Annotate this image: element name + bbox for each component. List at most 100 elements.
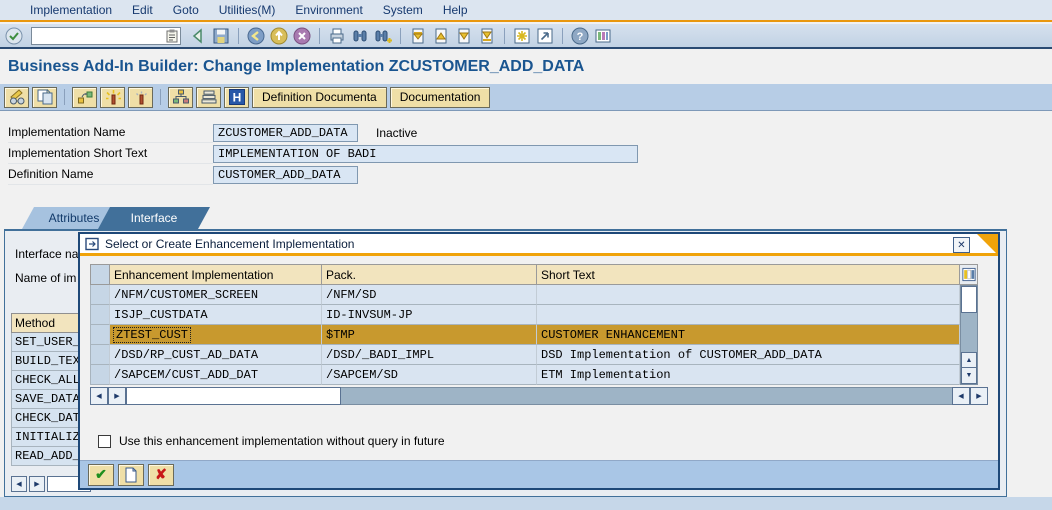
definition-name-field[interactable]: CUSTOMER_ADD_DATA bbox=[213, 165, 358, 184]
future-use-checkbox[interactable] bbox=[98, 434, 111, 448]
select-all-cell[interactable] bbox=[90, 264, 110, 285]
tab-interface[interactable]: Interface bbox=[98, 207, 210, 229]
scrollbar-thumb[interactable] bbox=[126, 387, 341, 405]
cell-short-text[interactable] bbox=[537, 285, 960, 305]
table-vscrollbar[interactable]: ▲ ▼ bbox=[960, 285, 978, 385]
table-row-selected: ZTEST_CUST $TMP CUSTOMER ENHANCEMENT bbox=[90, 325, 978, 345]
overview-button[interactable] bbox=[168, 86, 193, 108]
command-history-icon bbox=[166, 29, 178, 42]
find-next-icon[interactable] bbox=[373, 26, 393, 46]
cell-pack[interactable]: /SAPCEM/SD bbox=[322, 365, 537, 385]
activate-button[interactable] bbox=[100, 86, 125, 108]
implementing-class-label: Name of im bbox=[15, 271, 77, 285]
prev-page-icon[interactable] bbox=[431, 26, 451, 46]
cell-pack[interactable]: $TMP bbox=[322, 325, 537, 345]
scrollbar-thumb[interactable] bbox=[961, 286, 977, 313]
save-icon[interactable] bbox=[211, 26, 231, 46]
cell-short-text[interactable]: ETM Implementation bbox=[537, 365, 960, 385]
scrollbar-track[interactable] bbox=[341, 387, 952, 405]
display-change-icon bbox=[9, 89, 24, 105]
cell-pack[interactable]: /DSD/_BADI_IMPL bbox=[322, 345, 537, 365]
menu-system[interactable]: System bbox=[373, 3, 433, 17]
menu-goto[interactable]: Goto bbox=[163, 3, 209, 17]
definition-name-label: Definition Name bbox=[8, 164, 213, 185]
first-page-icon[interactable] bbox=[408, 26, 428, 46]
find-icon[interactable] bbox=[350, 26, 370, 46]
close-icon[interactable]: ✕ bbox=[953, 237, 970, 253]
deactivate-icon bbox=[135, 91, 147, 105]
table-config-icon[interactable] bbox=[960, 264, 978, 285]
scroll-right-icon[interactable]: ▶ bbox=[29, 476, 45, 492]
toolbar-separator bbox=[319, 27, 320, 44]
hierarchy-icon bbox=[172, 89, 189, 104]
menu-help[interactable]: Help bbox=[433, 3, 478, 17]
row-selector[interactable] bbox=[90, 305, 110, 325]
implementation-short-text-label: Implementation Short Text bbox=[8, 143, 213, 164]
where-used-icon bbox=[77, 91, 92, 104]
menu-implementation[interactable]: Implementation bbox=[20, 3, 122, 17]
display-change-button[interactable] bbox=[4, 86, 29, 108]
menu-edit[interactable]: Edit bbox=[122, 3, 163, 17]
cell-impl[interactable]: ISJP_CUSTDATA bbox=[110, 305, 322, 325]
row-selector[interactable] bbox=[90, 285, 110, 305]
deactivate-button[interactable] bbox=[128, 86, 153, 108]
menu-utilities[interactable]: Utilities(M) bbox=[209, 3, 286, 17]
status-strip bbox=[0, 497, 1052, 510]
cell-short-text[interactable]: CUSTOMER ENHANCEMENT bbox=[537, 325, 960, 345]
future-use-label: Use this enhancement implementation with… bbox=[119, 434, 445, 448]
enhancement-table: Enhancement Implementation Pack. Short T… bbox=[90, 264, 978, 385]
scroll-left-icon[interactable]: ◀ bbox=[952, 387, 970, 405]
object-list-button[interactable] bbox=[196, 86, 221, 108]
row-selector[interactable] bbox=[90, 345, 110, 365]
cell-impl[interactable]: ZTEST_CUST bbox=[110, 325, 322, 345]
cell-impl[interactable]: /DSD/RP_CUST_AD_DATA bbox=[110, 345, 322, 365]
scroll-left-icon[interactable]: ◀ bbox=[90, 387, 108, 405]
row-selector[interactable] bbox=[90, 365, 110, 385]
implementation-short-text-field[interactable]: IMPLEMENTATION OF BADI bbox=[213, 144, 638, 163]
cell-impl[interactable]: /NFM/CUSTOMER_SCREEN bbox=[110, 285, 322, 305]
scroll-down-icon[interactable]: ▼ bbox=[961, 368, 977, 384]
column-header-enhancement[interactable]: Enhancement Implementation bbox=[110, 264, 322, 285]
create-button[interactable] bbox=[118, 463, 144, 486]
definition-documentation-button[interactable]: Definition Documenta bbox=[252, 86, 387, 108]
nav-back-icon[interactable] bbox=[246, 26, 266, 46]
dialog-button-bar: ✔ ✘ bbox=[80, 460, 998, 488]
print-icon[interactable] bbox=[327, 26, 347, 46]
enter-icon[interactable] bbox=[4, 26, 24, 46]
cell-pack[interactable]: ID-INVSUM-JP bbox=[322, 305, 537, 325]
new-session-icon[interactable] bbox=[512, 26, 532, 46]
toolbar-separator bbox=[562, 27, 563, 44]
where-used-button[interactable] bbox=[72, 86, 97, 108]
confirm-button[interactable]: ✔ bbox=[88, 463, 114, 486]
back-icon[interactable] bbox=[188, 26, 208, 46]
cell-short-text[interactable] bbox=[537, 305, 960, 325]
scroll-right-icon[interactable]: ▶ bbox=[970, 387, 988, 405]
row-selector[interactable] bbox=[90, 325, 110, 345]
scroll-up-icon[interactable]: ▲ bbox=[961, 352, 977, 368]
documentation-button[interactable]: Documentation bbox=[389, 86, 491, 108]
command-field[interactable] bbox=[31, 26, 181, 45]
help-icon[interactable]: ? bbox=[570, 26, 590, 46]
copy-button[interactable] bbox=[32, 86, 57, 108]
table-hscrollbar: ◀ ▶ ◀ ▶ bbox=[90, 387, 988, 405]
cancel-button[interactable]: ✘ bbox=[148, 463, 174, 486]
next-page-icon[interactable] bbox=[454, 26, 474, 46]
cell-impl[interactable]: /SAPCEM/CUST_ADD_DAT bbox=[110, 365, 322, 385]
documentation-info-button[interactable]: H bbox=[224, 86, 249, 108]
shortcut-icon[interactable] bbox=[535, 26, 555, 46]
status-badge: Inactive bbox=[376, 125, 418, 140]
column-header-short-text[interactable]: Short Text bbox=[537, 264, 960, 285]
cell-short-text[interactable]: DSD Implementation of CUSTOMER_ADD_DATA bbox=[537, 345, 960, 365]
cell-pack[interactable]: /NFM/SD bbox=[322, 285, 537, 305]
menu-environment[interactable]: Environment bbox=[285, 3, 372, 17]
nav-up-icon[interactable] bbox=[269, 26, 289, 46]
customize-layout-icon[interactable] bbox=[593, 26, 613, 46]
implementation-name-field[interactable]: ZCUSTOMER_ADD_DATA bbox=[213, 123, 358, 142]
dialog-corner-accent bbox=[977, 234, 998, 255]
scroll-left-icon[interactable]: ◀ bbox=[11, 476, 27, 492]
scroll-right-icon[interactable]: ▶ bbox=[108, 387, 126, 405]
form-row: Implementation Short Text IMPLEMENTATION… bbox=[8, 143, 638, 164]
nav-cancel-icon[interactable] bbox=[292, 26, 312, 46]
last-page-icon[interactable] bbox=[477, 26, 497, 46]
column-header-package[interactable]: Pack. bbox=[322, 264, 537, 285]
